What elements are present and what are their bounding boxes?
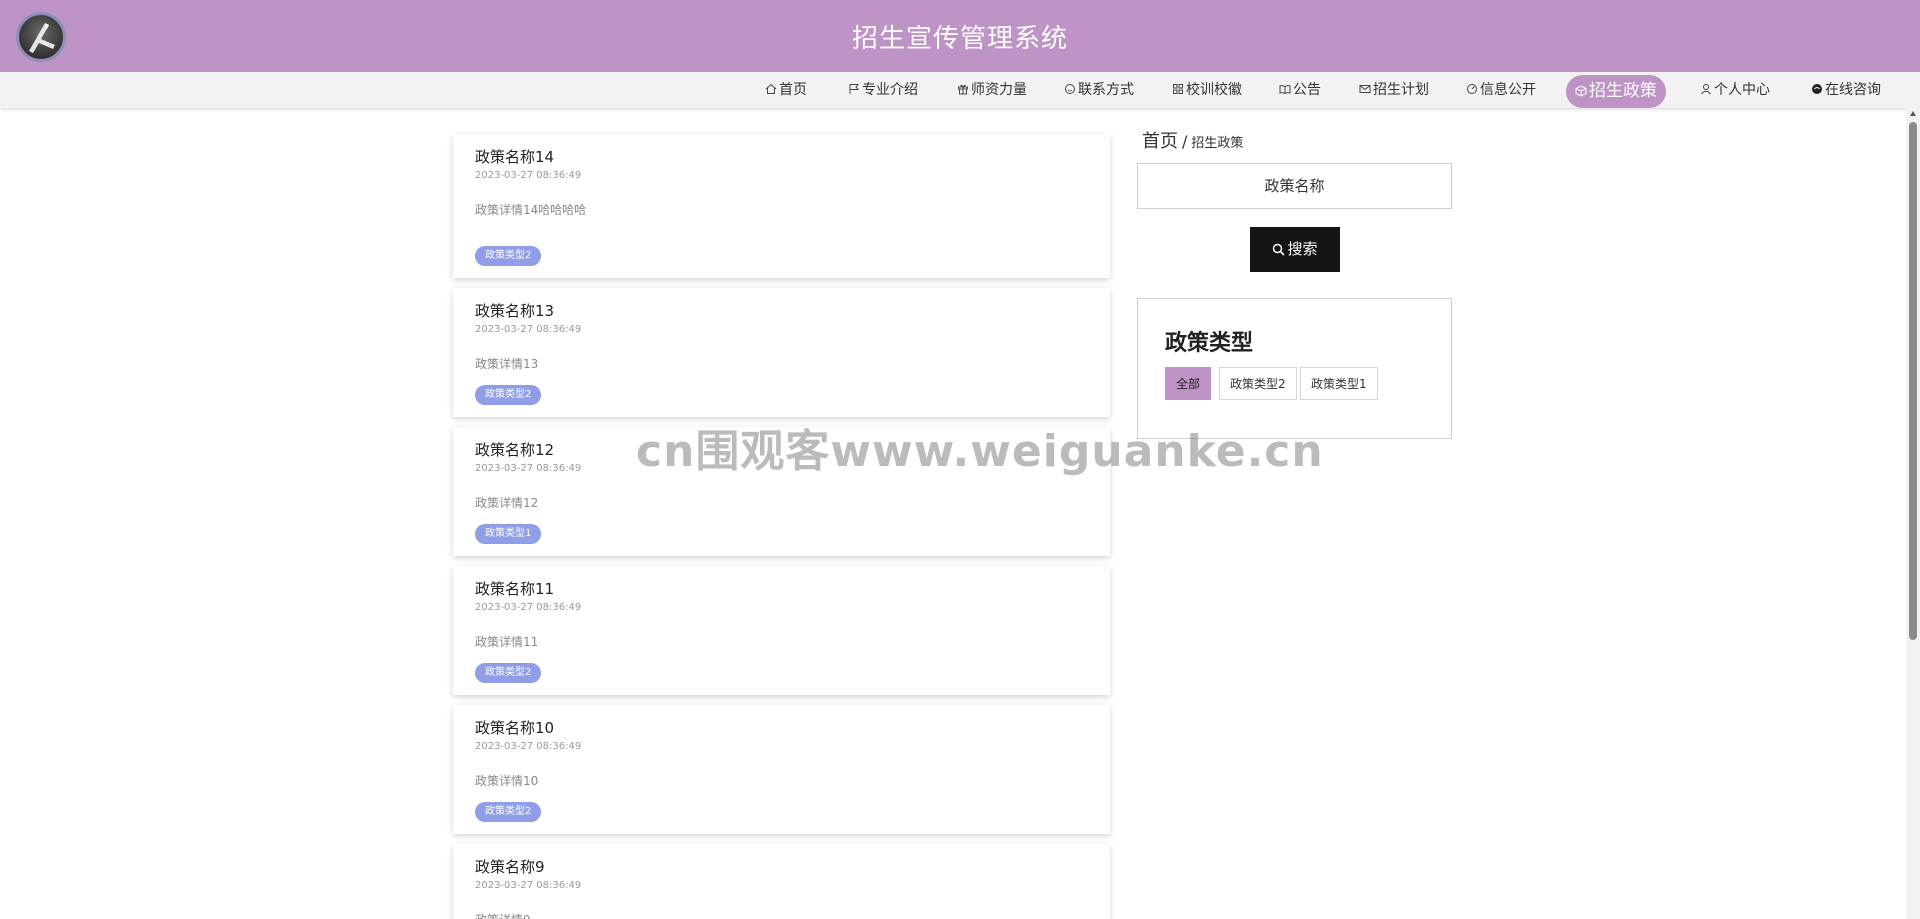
search-button[interactable]: 搜索: [1250, 227, 1340, 272]
policy-time: 2023-03-27 08:36:49: [475, 324, 582, 335]
site-title: 招生宣传管理系统: [851, 24, 1068, 54]
policy-title[interactable]: 政策名称13: [475, 300, 554, 321]
page-scrollbar[interactable]: [1906, 108, 1920, 919]
policy-detail: 政策详情12: [475, 496, 539, 510]
main-nav: 首页 专业介绍 师资力量 联系方式 校训校徽 公告 招生计划 信息公开 招生政策…: [0, 72, 1920, 108]
policy-title[interactable]: 政策名称10: [475, 717, 554, 738]
nav-label: 师资力量: [971, 82, 1027, 98]
nav-item-home[interactable]: 首页: [765, 72, 807, 108]
user-icon: [1701, 84, 1711, 95]
breadcrumb-separator: /: [1182, 132, 1188, 151]
nav-item-faculty[interactable]: 师资力量: [957, 72, 1027, 108]
scroll-up-arrow-icon[interactable]: [1910, 111, 1916, 116]
nav-item-contact[interactable]: 联系方式: [1064, 72, 1134, 108]
policy-detail: 政策详情13: [475, 357, 539, 371]
nav-item-notice[interactable]: 公告: [1279, 72, 1321, 108]
policy-title[interactable]: 政策名称11: [475, 578, 554, 599]
breadcrumb-current: 招生政策: [1191, 136, 1244, 151]
nav-label: 专业介绍: [862, 82, 918, 98]
nav-item-consult[interactable]: 在线咨询: [1811, 72, 1881, 108]
policy-type-filter: 政策类型 全部 政策类型2 政策类型1: [1137, 298, 1452, 439]
book-icon: [1279, 85, 1291, 95]
policy-detail: 政策详情10: [475, 774, 539, 788]
filter-option-type1[interactable]: 政策类型1: [1300, 367, 1378, 400]
policy-type-badge: 政策类型1: [475, 524, 542, 544]
nav-label: 招生政策: [1589, 81, 1657, 101]
site-header: 招生宣传管理系统: [0, 0, 1920, 72]
filter-title: 政策类型: [1165, 331, 1254, 356]
nav-item-disclosure[interactable]: 信息公开: [1466, 72, 1536, 108]
nav-label: 个人中心: [1714, 82, 1770, 98]
breadcrumb-home[interactable]: 首页: [1142, 131, 1178, 152]
policy-card[interactable]: 政策名称11 2023-03-27 08:36:49 政策详情11 政策类型2: [453, 566, 1110, 695]
nav-label: 招生计划: [1373, 82, 1429, 98]
gauge-icon: [1467, 84, 1477, 94]
policy-type-badge: 政策类型2: [475, 663, 542, 683]
scroll-thumb[interactable]: [1909, 122, 1917, 640]
policy-card[interactable]: 政策名称14 2023-03-27 08:36:49 政策详情14哈哈哈哈 政策…: [453, 134, 1110, 278]
nav-label: 信息公开: [1480, 82, 1536, 98]
gift-icon: [958, 84, 968, 95]
nav-label: 在线咨询: [1825, 82, 1881, 98]
policy-detail: 政策详情11: [475, 635, 539, 649]
search-icon: [1273, 243, 1286, 256]
policy-card[interactable]: 政策名称12 2023-03-27 08:36:49 政策详情12 政策类型1: [453, 427, 1110, 556]
nav-item-profile[interactable]: 个人中心: [1700, 72, 1770, 108]
grid-icon: [1173, 84, 1183, 94]
policy-card[interactable]: 政策名称13 2023-03-27 08:36:49 政策详情13 政策类型2: [453, 288, 1110, 417]
smile-icon: [1065, 84, 1075, 94]
policy-title[interactable]: 政策名称14: [475, 146, 554, 167]
filter-option-type2[interactable]: 政策类型2: [1219, 367, 1297, 400]
nav-item-motto[interactable]: 校训校徽: [1172, 72, 1242, 108]
flag-icon: [849, 84, 860, 94]
chat-icon: [1812, 84, 1822, 94]
policy-type-badge: 政策类型2: [475, 246, 542, 266]
policy-time: 2023-03-27 08:36:49: [475, 880, 582, 891]
policy-card[interactable]: 政策名称9 2023-03-27 08:36:49 政策详情9: [453, 844, 1110, 919]
nav-label: 校训校徽: [1186, 82, 1242, 98]
policy-title[interactable]: 政策名称12: [475, 439, 554, 460]
search-button-label: 搜索: [1287, 240, 1318, 258]
policy-name-search-input[interactable]: [1137, 163, 1452, 209]
policy-time: 2023-03-27 08:36:49: [475, 170, 582, 181]
breadcrumb: 首页 / 招生政策: [1142, 127, 1243, 153]
nav-label: 联系方式: [1078, 82, 1134, 98]
policy-time: 2023-03-27 08:36:49: [475, 741, 582, 752]
policy-title[interactable]: 政策名称9: [475, 856, 545, 877]
home-icon: [765, 83, 777, 94]
policy-type-badge: 政策类型2: [475, 802, 542, 822]
nav-item-majors[interactable]: 专业介绍: [848, 72, 918, 108]
policy-time: 2023-03-27 08:36:49: [475, 602, 582, 613]
filter-option-all[interactable]: 全部: [1165, 367, 1212, 400]
mail-icon: [1359, 85, 1371, 93]
cube-icon: [1575, 85, 1587, 97]
nav-item-plan[interactable]: 招生计划: [1359, 72, 1429, 108]
nav-item-policy[interactable]: 招生政策: [1566, 75, 1666, 108]
nav-label: 公告: [1293, 82, 1321, 98]
policy-card[interactable]: 政策名称10 2023-03-27 08:36:49 政策详情10 政策类型2: [453, 705, 1110, 834]
policy-time: 2023-03-27 08:36:49: [475, 463, 582, 474]
policy-type-badge: 政策类型2: [475, 385, 542, 405]
policy-detail: 政策详情9: [475, 911, 531, 919]
nav-label: 首页: [779, 82, 807, 98]
policy-detail: 政策详情14哈哈哈哈: [475, 203, 587, 217]
